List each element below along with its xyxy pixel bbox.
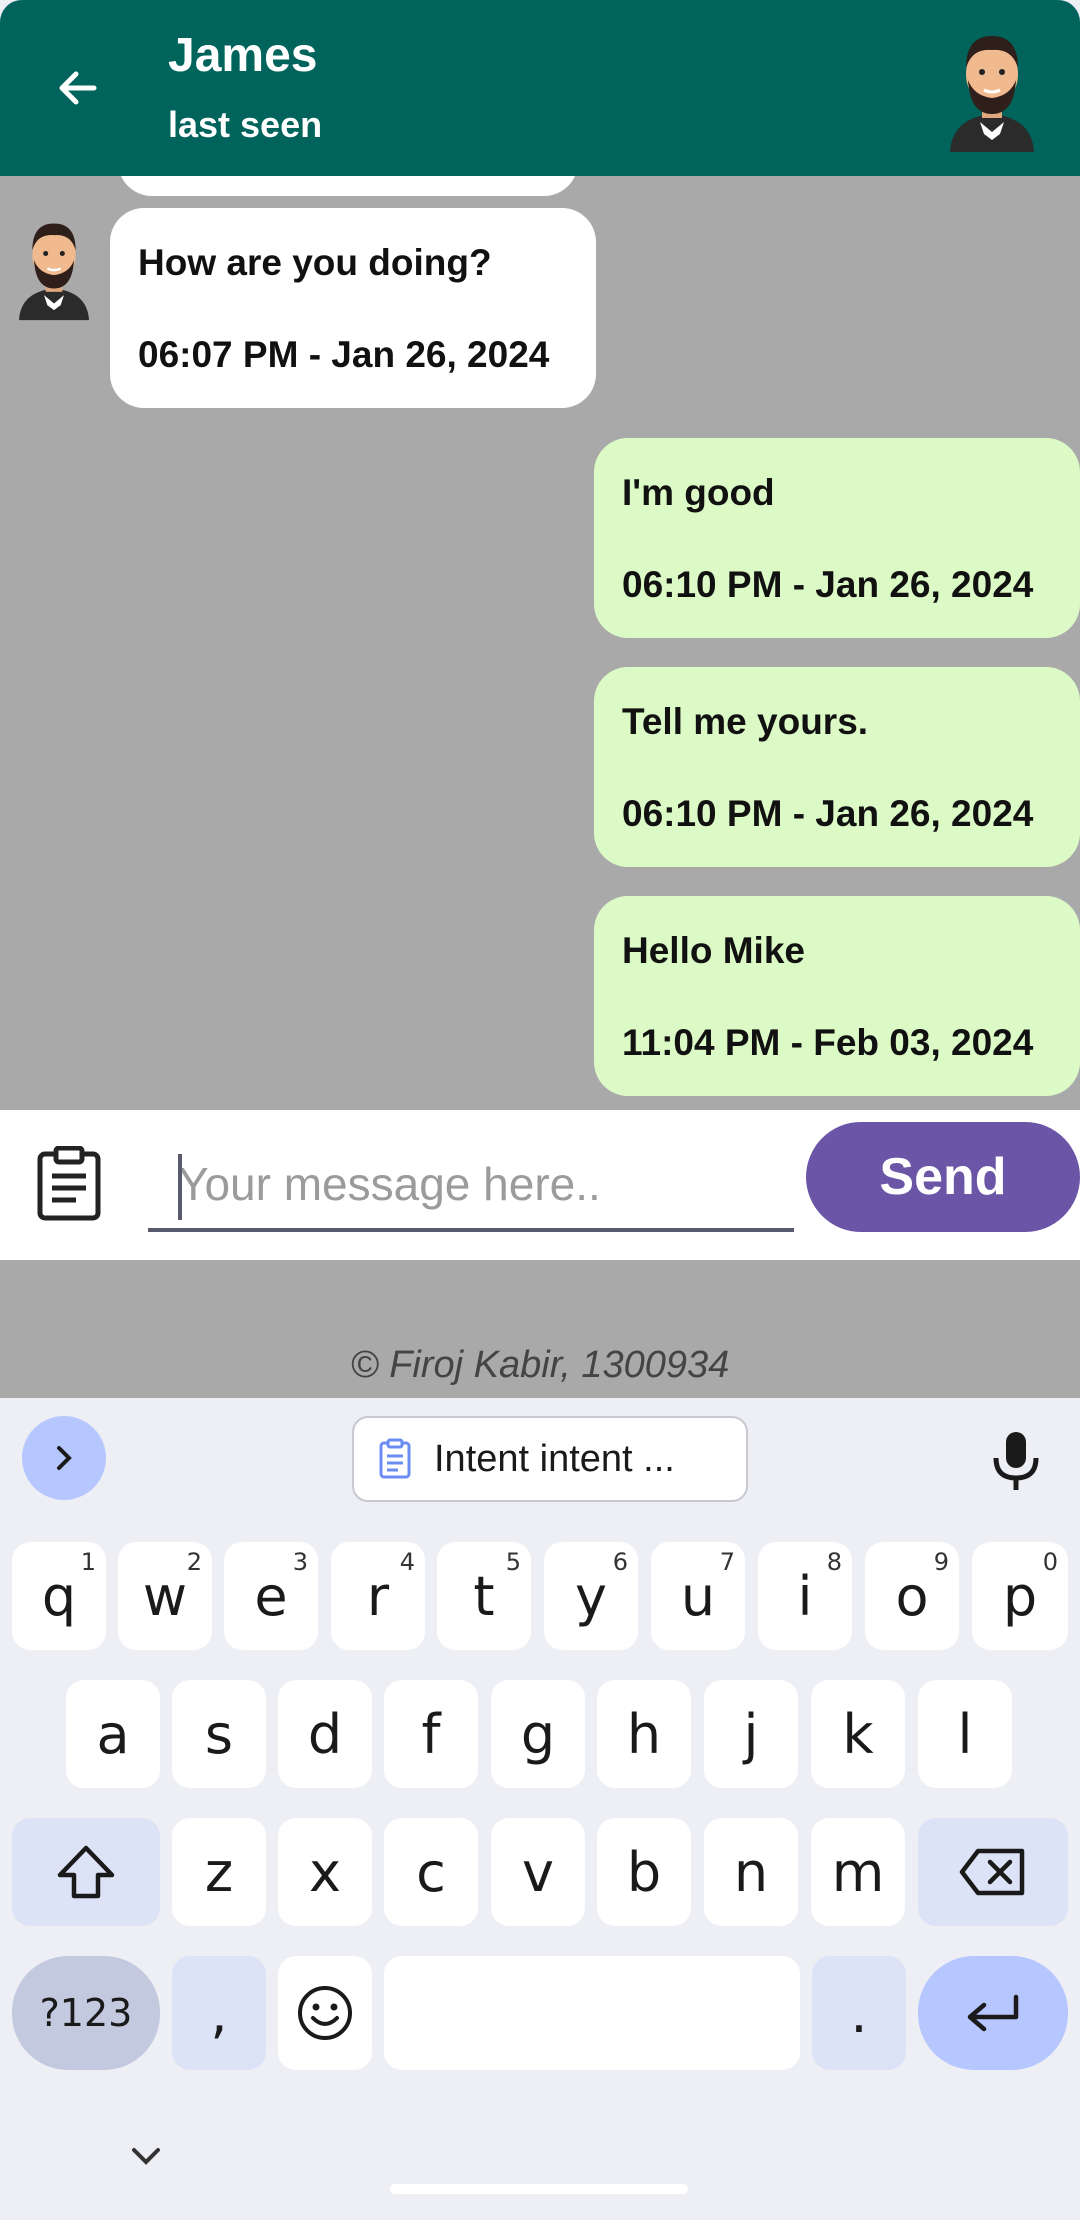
backspace-key[interactable]: [918, 1818, 1068, 1926]
clipboard-icon[interactable]: [36, 1146, 102, 1222]
key-b[interactable]: b: [597, 1818, 691, 1926]
key-x[interactable]: x: [278, 1818, 372, 1926]
message-list[interactable]: How are you doing? 06:07 PM - Jan 26, 20…: [0, 176, 1080, 1110]
outgoing-message[interactable]: Tell me yours. 06:10 PM - Jan 26, 2024: [594, 667, 1080, 867]
clipboard-icon: [379, 1438, 411, 1479]
key-label: e: [254, 1564, 288, 1628]
key-k[interactable]: k: [811, 1680, 905, 1788]
key-g[interactable]: g: [491, 1680, 585, 1788]
back-button[interactable]: [48, 58, 108, 118]
shift-arrow-icon: [57, 1845, 115, 1899]
key-j[interactable]: j: [704, 1680, 798, 1788]
key-hint: 1: [80, 1548, 96, 1576]
message-text: Hello Mike: [622, 930, 805, 971]
key-s[interactable]: s: [172, 1680, 266, 1788]
previous-message-bubble: [118, 176, 578, 196]
key-e[interactable]: e3: [224, 1542, 318, 1650]
key-w[interactable]: w2: [118, 1542, 212, 1650]
key-d[interactable]: d: [278, 1680, 372, 1788]
key-label: o: [895, 1564, 929, 1628]
key-c[interactable]: c: [384, 1818, 478, 1926]
key-t[interactable]: t5: [437, 1542, 531, 1650]
key-label: i: [797, 1564, 813, 1628]
chevron-right-icon: [57, 1446, 72, 1470]
key-hint: 5: [505, 1548, 521, 1576]
key-hint: 4: [399, 1548, 415, 1576]
key-y[interactable]: y6: [544, 1542, 638, 1650]
key-label: u: [680, 1564, 716, 1628]
outgoing-message[interactable]: I'm good 06:10 PM - Jan 26, 2024: [594, 438, 1080, 638]
key-f[interactable]: f: [384, 1680, 478, 1788]
key-hint: 9: [933, 1548, 949, 1576]
chat-header: James last seen: [0, 0, 1080, 176]
message-composer: Send: [0, 1110, 1080, 1260]
key-label: r: [366, 1564, 390, 1628]
key-label: p: [1002, 1564, 1038, 1628]
message-text: I'm good: [622, 472, 775, 513]
key-i[interactable]: i8: [758, 1542, 852, 1650]
key-label: y: [575, 1564, 607, 1628]
key-r[interactable]: r4: [331, 1542, 425, 1650]
key-hint: 0: [1042, 1548, 1058, 1576]
last-seen-status: last seen: [168, 104, 323, 145]
key-n[interactable]: n: [704, 1818, 798, 1926]
shift-key[interactable]: [12, 1818, 160, 1926]
text-cursor: [178, 1154, 182, 1220]
symbols-key[interactable]: ?123: [12, 1956, 160, 2070]
key-label: t: [473, 1564, 495, 1628]
backspace-icon: [959, 1848, 1025, 1896]
message-time: 06:10 PM - Jan 26, 2024: [622, 564, 1034, 605]
key-hint: 6: [612, 1548, 628, 1576]
soft-keyboard: Intent intent ... q1 w2 e3 r4 t5 y6 u7 i…: [0, 1398, 1080, 2220]
sender-avatar-icon: [19, 223, 89, 321]
emoji-icon: [298, 1986, 352, 2040]
incoming-message[interactable]: How are you doing? 06:07 PM - Jan 26, 20…: [110, 208, 596, 408]
home-indicator[interactable]: [390, 2184, 688, 2194]
message-text: How are you doing?: [138, 242, 492, 283]
key-u[interactable]: u7: [651, 1542, 745, 1650]
comma-key[interactable]: ,: [172, 1956, 266, 2070]
message-text: Tell me yours.: [622, 701, 869, 742]
message-time: 11:04 PM - Feb 03, 2024: [622, 1022, 1034, 1063]
key-hint: 3: [292, 1548, 308, 1576]
send-button[interactable]: Send: [806, 1122, 1080, 1232]
period-key[interactable]: .: [812, 1956, 906, 2070]
key-label: w: [142, 1564, 188, 1628]
keyboard-expand-button[interactable]: [22, 1416, 106, 1500]
key-hint: 7: [719, 1548, 735, 1576]
key-a[interactable]: a: [66, 1680, 160, 1788]
contact-avatar-icon[interactable]: [944, 22, 1040, 152]
message-time: 06:10 PM - Jan 26, 2024: [622, 793, 1034, 834]
footer-area: © Firoj Kabir, 1300934: [0, 1260, 1080, 1398]
key-v[interactable]: v: [491, 1818, 585, 1926]
spacebar-key[interactable]: [384, 1956, 800, 2070]
message-time: 06:07 PM - Jan 26, 2024: [138, 334, 550, 375]
key-hint: 8: [826, 1548, 842, 1576]
key-l[interactable]: l: [918, 1680, 1012, 1788]
suggestion-text: Intent intent ...: [434, 1437, 675, 1480]
key-p[interactable]: p0: [972, 1542, 1068, 1650]
key-m[interactable]: m: [811, 1818, 905, 1926]
chevron-down-icon[interactable]: [126, 2142, 166, 2172]
key-q[interactable]: q1: [12, 1542, 106, 1650]
clipboard-suggestion-chip[interactable]: Intent intent ...: [352, 1416, 748, 1502]
microphone-icon[interactable]: [986, 1428, 1046, 1494]
outgoing-message[interactable]: Hello Mike 11:04 PM - Feb 03, 2024: [594, 896, 1080, 1096]
key-label: q: [41, 1564, 77, 1628]
key-z[interactable]: z: [172, 1818, 266, 1926]
key-hint: 2: [186, 1548, 202, 1576]
copyright-credit: © Firoj Kabir, 1300934: [350, 1344, 730, 1386]
key-o[interactable]: o9: [865, 1542, 959, 1650]
enter-key[interactable]: [918, 1956, 1068, 2070]
key-h[interactable]: h: [597, 1680, 691, 1788]
contact-name[interactable]: James: [168, 28, 317, 83]
emoji-key[interactable]: [278, 1956, 372, 2070]
enter-arrow-icon: [967, 1994, 1019, 2032]
arrow-left-icon: [59, 71, 97, 105]
message-input[interactable]: [148, 1140, 794, 1232]
